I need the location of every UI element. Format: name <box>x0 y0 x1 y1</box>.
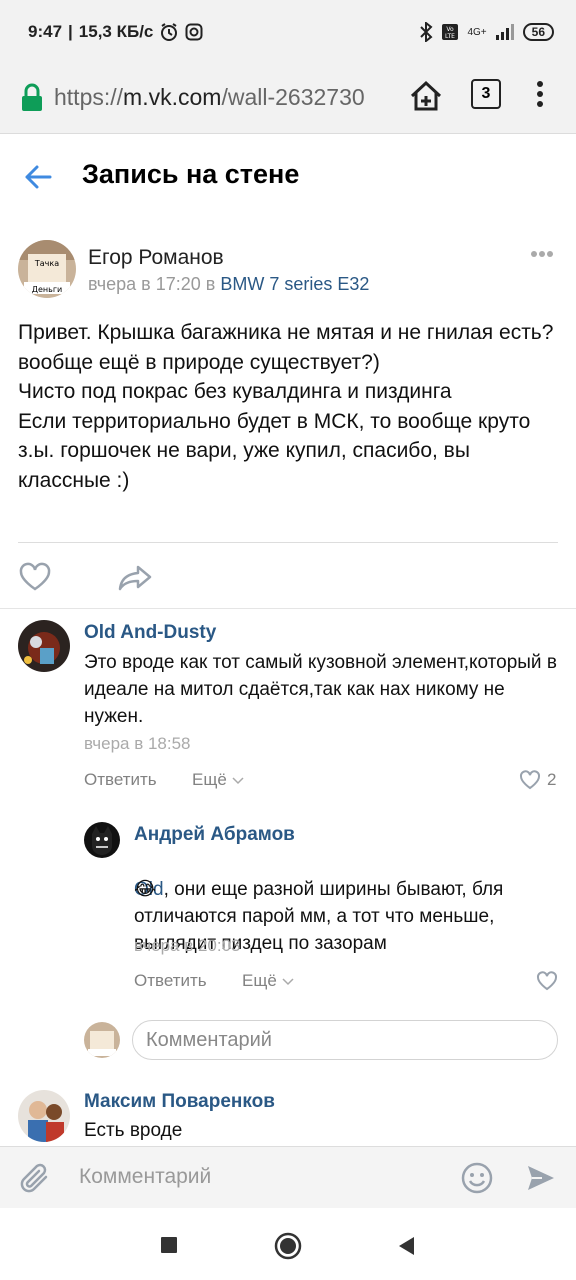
my-avatar <box>84 1022 120 1058</box>
commenter-avatar[interactable] <box>84 822 120 858</box>
back-button-icon[interactable] <box>396 1235 416 1257</box>
url-host: m.vk.com <box>123 84 222 110</box>
status-bar: 9:47 | 15,3 КБ/с Vo LTE 4G+ 56 <box>0 0 576 66</box>
comment-compose-bar: Комментарий <box>0 1146 576 1208</box>
comment-text: Это вроде как тот самый кузовной элемент… <box>84 652 557 727</box>
volte-icon: VoLTE <box>442 24 459 40</box>
recent-apps-icon[interactable] <box>160 1236 178 1254</box>
attach-icon[interactable] <box>20 1161 52 1195</box>
emoji-icon[interactable] <box>460 1161 494 1195</box>
url-scheme: https:// <box>54 84 124 110</box>
author-avatar[interactable]: Тачка Деньги <box>18 240 76 298</box>
more-button[interactable]: Ещё <box>242 971 294 991</box>
commenter-name[interactable]: Максим Поваренков <box>84 1091 275 1113</box>
instagram-icon <box>185 23 203 41</box>
commenter-name[interactable]: Андрей Абрамов <box>134 824 295 846</box>
battery-indicator: 56 <box>522 23 554 41</box>
url-path: /wall-2632730 <box>221 84 365 110</box>
post-group-link[interactable]: BMW 7 series E32 <box>220 274 369 294</box>
svg-text:Vo: Vo <box>447 26 455 33</box>
more-button[interactable]: Ещё <box>192 770 244 790</box>
svg-text:LTE: LTE <box>445 33 455 40</box>
my-avatar-image <box>84 1022 120 1058</box>
author-avatar-image: Тачка Деньги <box>18 240 76 298</box>
home-button-icon[interactable] <box>274 1232 302 1260</box>
comment-like-icon[interactable] <box>536 971 558 991</box>
comment-text: Есть вроде <box>84 1120 183 1141</box>
like-icon[interactable] <box>18 562 52 592</box>
tab-switcher-button[interactable]: 3 <box>471 79 501 109</box>
comment-emoji: 😂 <box>134 879 157 900</box>
lock-icon[interactable] <box>20 83 44 113</box>
more-label: Ещё <box>192 770 227 789</box>
home-icon[interactable] <box>408 78 444 114</box>
avatar-label-bottom: Деньги <box>32 285 63 294</box>
share-icon[interactable] <box>117 562 153 592</box>
comment-input[interactable]: Комментарий <box>79 1165 211 1189</box>
page-title: Запись на стене <box>82 159 300 189</box>
commenter-name[interactable]: Old And-Dusty <box>84 622 216 644</box>
reply-comment-input[interactable]: Комментарий <box>132 1020 558 1060</box>
browser-toolbar: https://m.vk.com/wall-2632730 3 <box>0 66 576 134</box>
chevron-down-icon <box>231 777 244 785</box>
commenter-avatar[interactable] <box>18 620 70 672</box>
comment-like-count: 2 <box>547 770 557 789</box>
comments-separator <box>0 608 576 609</box>
overflow-menu-icon[interactable] <box>536 80 544 108</box>
cat-avatar-image <box>84 822 120 858</box>
alarm-icon <box>161 23 178 41</box>
reply-button[interactable]: Ответить <box>84 770 157 790</box>
post-menu-icon[interactable] <box>530 250 554 258</box>
status-left: 9:47 | 15,3 КБ/с <box>28 22 203 42</box>
status-right: Vo LTE 4G+ 56 <box>419 22 554 42</box>
post-author[interactable]: Егор Романов <box>88 246 224 270</box>
back-arrow-icon[interactable] <box>22 161 54 193</box>
address-bar[interactable]: https://m.vk.com/wall-2632730 <box>54 84 394 111</box>
status-separator: | <box>68 22 73 41</box>
network-type: 4G+ <box>467 26 487 38</box>
send-icon[interactable] <box>526 1163 556 1193</box>
commenter-avatar-image <box>18 620 70 672</box>
comment-time: вчера в 20:03 <box>134 936 241 955</box>
reply-button[interactable]: Ответить <box>134 971 207 991</box>
commenter-avatar[interactable] <box>18 1090 70 1142</box>
bluetooth-icon <box>420 22 433 42</box>
avatar-label-top: Тачка <box>34 259 59 268</box>
signal-icon <box>495 24 514 40</box>
post-meta: вчера в 17:20 в BMW 7 series E32 <box>88 274 369 295</box>
more-label: Ещё <box>242 971 277 990</box>
commenter-avatar-image <box>18 1090 70 1142</box>
chevron-down-icon <box>281 978 294 986</box>
post-divider <box>18 542 558 543</box>
comment-time: вчера в 18:58 <box>84 734 191 753</box>
comment-like-icon[interactable] <box>519 770 541 790</box>
post-time: вчера в 17:20 в <box>88 274 221 294</box>
post-text: Привет. Крышка багажника не мятая и не г… <box>18 321 554 492</box>
status-speed: 15,3 КБ/с <box>78 22 154 41</box>
status-time: 9:47 <box>28 22 63 41</box>
page-header: Запись на стене <box>0 135 576 219</box>
system-navigation-bar <box>0 1208 576 1280</box>
